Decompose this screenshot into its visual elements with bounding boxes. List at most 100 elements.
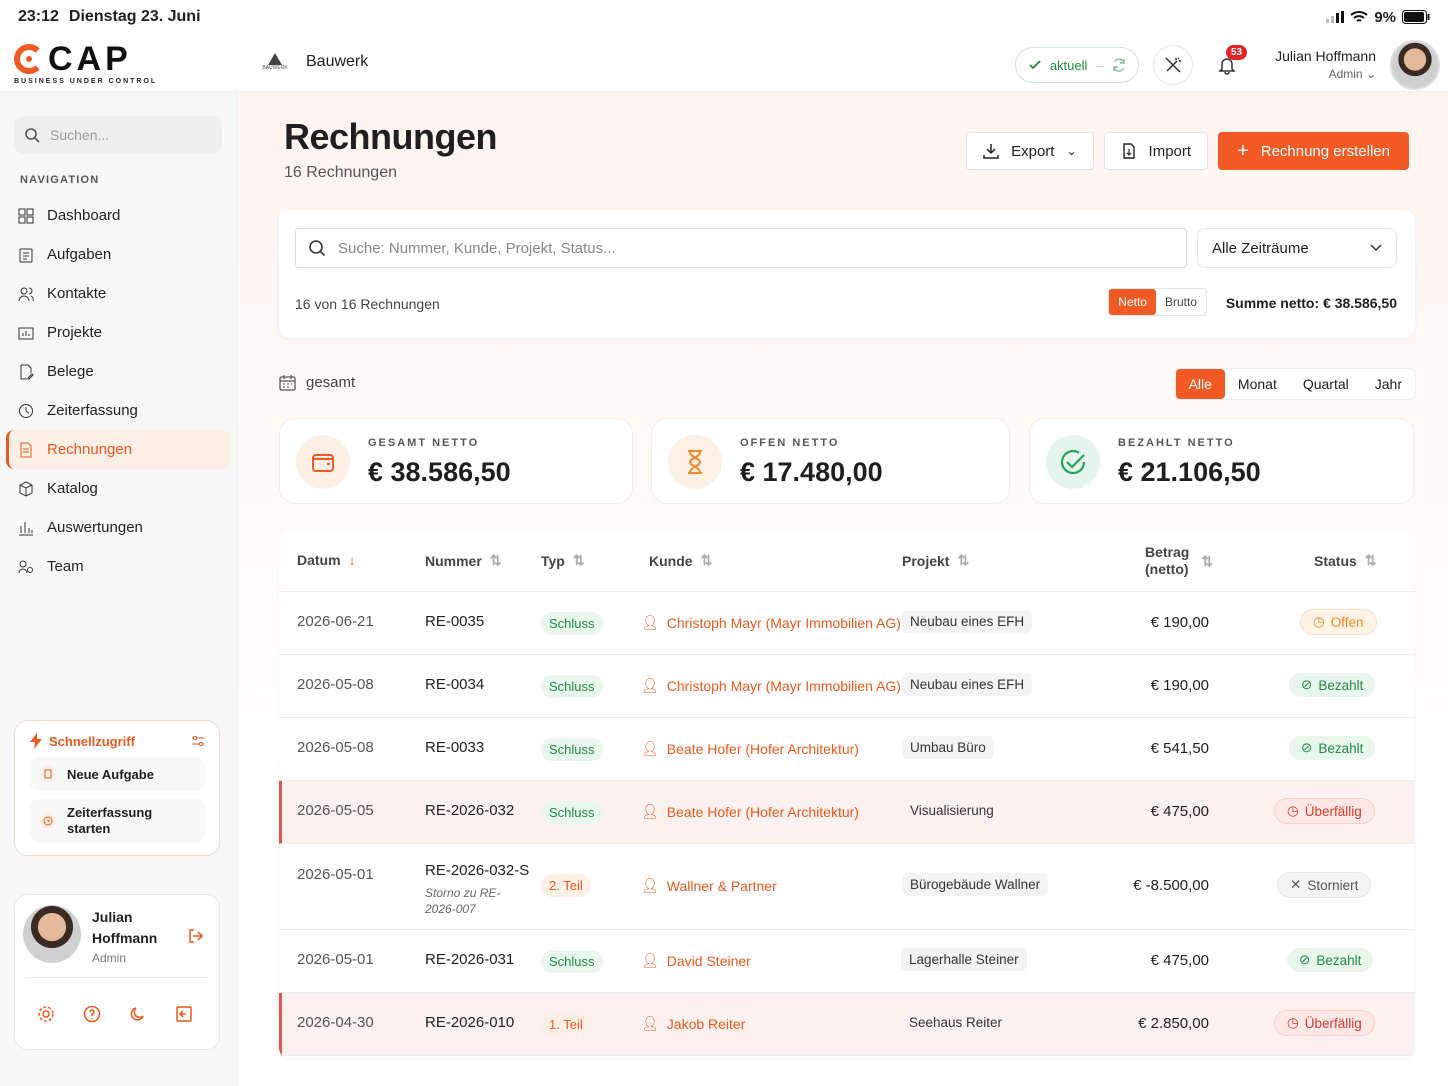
customer-link[interactable]: 👤︎ David Steiner [641,952,751,969]
tab-quartal[interactable]: Quartal [1290,369,1362,399]
sidebar-item-label: Katalog [47,480,98,497]
sidebar-item-team[interactable]: Team [6,547,230,586]
kpi-card-gesamt: GESAMT NETTO € 38.586,50 [279,418,633,504]
moon-icon[interactable] [129,1005,147,1023]
customer-link[interactable]: 👤︎ Wallner & Partner [641,877,777,894]
table-row[interactable]: 2026-05-08 RE-0033 Schluss 👤︎ Beate Hofer… [279,718,1415,781]
sidebar-search-input[interactable]: Suchen... [14,116,222,154]
search-icon [309,240,326,257]
cap-logo[interactable]: CAP BUSINESS UNDER CONTROL [14,42,157,85]
column-label: Datum [297,552,341,568]
sliders-icon[interactable] [191,735,205,747]
column-header-typ[interactable]: Typ ⇅ [541,552,585,569]
column-header-datum[interactable]: Datum ↓ [297,552,356,568]
clock-icon [19,403,33,418]
sidebar-item-katalog[interactable]: Katalog [6,469,230,508]
person-icon: 👤︎ [641,952,659,968]
magic-wand-button[interactable] [1153,45,1194,85]
device-status-bar: 23:12 Dienstag 23. Juni 9% [0,0,1448,34]
tab-alle[interactable]: Alle [1175,369,1225,399]
status-badge: ◷ Überfällig [1274,798,1375,824]
status-label: Offen [1330,614,1364,630]
table-row[interactable]: 2026-05-01 RE-2026-031 Schluss 👤︎ David S… [279,930,1415,993]
netto-toggle[interactable]: Netto [1109,289,1156,315]
column-label-sub: (netto) [1145,561,1189,577]
result-count: 16 von 16 Rechnungen [295,296,440,312]
table-row[interactable]: 2026-05-08 RE-0034 Schluss 👤︎ Christoph M… [279,655,1415,718]
user-menu[interactable]: Julian Hoffmann Admin ⌄ [1275,47,1376,83]
project-switcher[interactable]: BAUWERK Bauwerk [258,48,368,76]
export-button[interactable]: Export ⌄ [966,132,1094,170]
sort-desc-icon: ↓ [348,552,356,568]
cell-betrag: € 475,00 [1150,803,1209,820]
import-button[interactable]: Import [1103,132,1209,170]
column-header-betrag[interactable]: Betrag (netto) ⇅ [1145,544,1213,578]
quick-item-label: Zeiterfassung starten [67,805,153,836]
cell-nummer: RE-2026-032-S Storno zu RE-2026-007 [425,862,529,917]
customer-link[interactable]: 👤︎ Beate Hofer (Hofer Architektur) [641,740,859,757]
chevron-down-icon: ⌄ [1365,67,1376,81]
table-row[interactable]: 2026-04-30 RE-2026-010 1. Teil 👤︎ Jakob R… [279,993,1415,1056]
main-content: Rechnungen 16 Rechnungen Export ⌄ Import… [239,92,1448,1086]
users-icon [18,287,34,301]
nav-list: Dashboard Aufgaben Kontakte Projekte Bel… [6,196,230,586]
invoice-search-input[interactable]: Suche: Nummer, Kunde, Projekt, Status... [295,228,1187,268]
period-label: gesamt [306,374,356,391]
status-date: Dienstag 23. Juni [68,8,201,25]
cell-betrag: € 541,50 [1150,740,1209,757]
column-header-nummer[interactable]: Nummer ⇅ [425,552,502,569]
brutto-toggle[interactable]: Brutto [1156,289,1206,315]
brand-name: CAP [48,40,132,78]
table-row[interactable]: 2026-06-21 RE-0035 Schluss 👤︎ Christoph M… [279,592,1415,655]
quick-start-timer-button[interactable]: Zeiterfassung starten [29,799,205,843]
folder-chart-icon [18,327,34,339]
sidebar-item-kontakte[interactable]: Kontakte [6,274,230,313]
tab-monat[interactable]: Monat [1225,369,1290,399]
table-row[interactable]: 2026-05-01 RE-2026-032-S Storno zu RE-20… [279,844,1415,930]
sort-icon: ⇅ [572,552,585,568]
sidebar-item-auswertungen[interactable]: Auswertungen [6,508,230,547]
help-icon[interactable] [83,1005,101,1023]
column-header-kunde[interactable]: Kunde ⇅ [649,552,712,569]
create-invoice-button[interactable]: + Rechnung erstellen [1218,132,1409,170]
logout-icon[interactable] [187,927,205,945]
sidebar-item-belege[interactable]: Belege [6,352,230,391]
customer-link[interactable]: 👤︎ Beate Hofer (Hofer Architektur) [641,803,859,820]
netto-brutto-toggle: Netto Brutto [1108,288,1207,316]
sync-status-button[interactable]: aktuell -- [1014,47,1140,83]
notifications-button[interactable]: 53 [1207,45,1248,85]
battery-percent: 9% [1374,8,1396,26]
project-logo: BAUWERK [258,48,292,76]
gear-icon[interactable] [37,1005,55,1023]
period-select[interactable]: Alle Zeiträume [1197,228,1397,268]
customer-link[interactable]: 👤︎ Christoph Mayr (Mayr Immobilien AG) [641,677,901,694]
status-badge: ⊘ Bezahlt [1289,673,1376,697]
person-icon: 👤︎ [641,803,659,819]
table-row[interactable]: 2026-05-05 RE-2026-032 Schluss 👤︎ Beate H… [279,781,1415,844]
quick-new-task-button[interactable]: Neue Aufgabe [29,757,205,791]
avatar[interactable] [1390,40,1440,90]
sidebar-item-zeiterfassung[interactable]: Zeiterfassung [6,391,230,430]
cell-nummer: RE-2026-032 [425,802,515,819]
team-icon [18,560,33,573]
wifi-icon [1350,11,1368,22]
grid-icon [18,208,34,223]
sidebar-item-rechnungen[interactable]: Rechnungen [6,430,230,469]
avatar[interactable] [23,905,81,963]
type-badge: Schluss [541,950,603,973]
tab-jahr[interactable]: Jahr [1362,369,1415,399]
column-header-status[interactable]: Status ⇅ [1314,552,1377,569]
cell-betrag: € 190,00 [1150,614,1209,631]
sidebar-item-aufgaben[interactable]: Aufgaben [6,235,230,274]
sidebar-item-dashboard[interactable]: Dashboard [6,196,230,235]
calendar-icon [279,375,296,391]
customer-link[interactable]: 👤︎ Christoph Mayr (Mayr Immobilien AG) [641,614,901,631]
column-header-projekt[interactable]: Projekt ⇅ [902,552,969,569]
customer-link[interactable]: 👤︎ Jakob Reiter [641,1015,745,1032]
sidebar-item-projekte[interactable]: Projekte [6,313,230,352]
period-indicator: gesamt [279,374,355,391]
cell-datum: 2026-06-21 [297,613,374,630]
kpi-label: OFFEN NETTO [740,437,840,449]
sync-label: aktuell [1049,57,1088,73]
exit-door-icon[interactable] [175,1005,193,1023]
